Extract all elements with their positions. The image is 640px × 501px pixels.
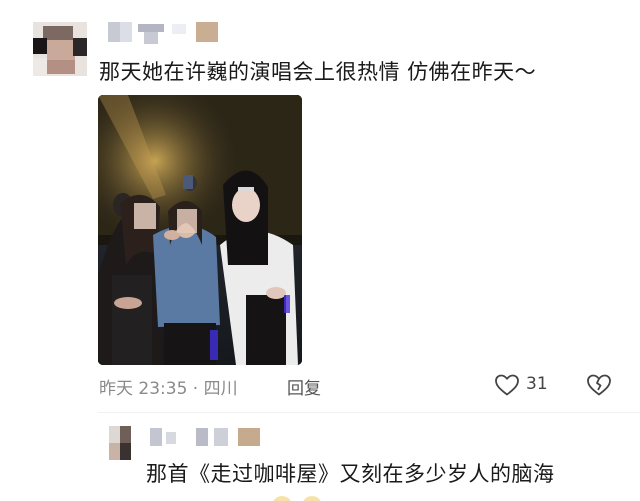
- comment-text: 那天她在许巍的演唱会上很热情 仿佛在昨天～: [99, 60, 537, 84]
- commenter-username[interactable]: [108, 22, 220, 44]
- like-count: 31: [526, 374, 548, 394]
- reply-comment-text: 那首《走过咖啡屋》又刻在多少岁人的脑海: [146, 462, 555, 486]
- broken-heart-icon[interactable]: [586, 373, 612, 397]
- comment-photo[interactable]: [98, 95, 302, 365]
- emoji-icon: [273, 496, 321, 501]
- comment-thread: 那天她在许巍的演唱会上很热情 仿佛在昨天～ 昨天 23:35 · 四川 回复 3…: [0, 0, 640, 501]
- commenter-avatar[interactable]: [33, 22, 87, 76]
- comment-divider: [98, 412, 640, 413]
- reply-avatar[interactable]: [109, 426, 131, 460]
- concert-photo-image: [98, 95, 302, 365]
- reply-username[interactable]: [150, 428, 264, 448]
- heart-outline-icon[interactable]: [494, 373, 520, 397]
- comment-timestamp: 昨天 23:35 · 四川: [99, 379, 238, 399]
- reply-button[interactable]: 回复: [287, 374, 321, 399]
